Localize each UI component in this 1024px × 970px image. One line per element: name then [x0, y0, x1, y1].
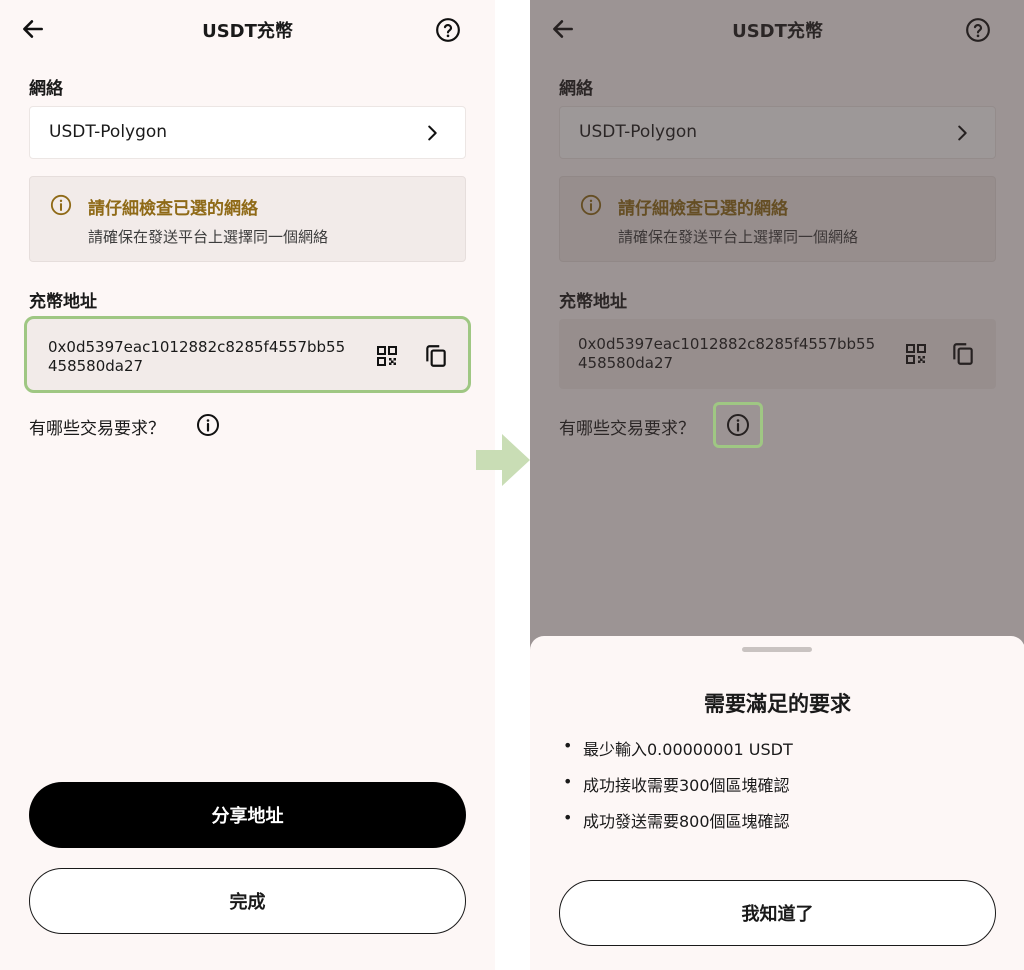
network-selector[interactable]: USDT-Polygon	[29, 106, 466, 159]
deposit-screen-with-sheet: USDT充幣 網絡 USDT-Polygon 請仔細檢查已選的網絡 請確保在發送…	[530, 0, 1024, 970]
address-label: 充幣地址	[29, 292, 97, 312]
list-item: 成功接收需要300個區塊確認	[563, 772, 793, 808]
deposit-address-box: 0x0d5397eac1012882c8285f4557bb55458580da…	[24, 316, 471, 393]
done-button[interactable]: 完成	[29, 868, 466, 934]
sheet-drag-handle[interactable]	[742, 647, 812, 652]
requirements-bottom-sheet: 需要滿足的要求 最少輸入0.00000001 USDT 成功接收需要300個區塊…	[530, 636, 1024, 970]
network-value: USDT-Polygon	[49, 122, 168, 142]
info-icon	[50, 194, 72, 216]
list-item: 成功發送需要800個區塊確認	[563, 808, 793, 844]
info-highlight-frame	[713, 402, 763, 448]
help-circle-icon	[436, 18, 460, 42]
network-warning: 請仔細檢查已選的網絡 請確保在發送平台上選擇同一個網絡	[29, 176, 466, 262]
copy-icon[interactable]	[423, 343, 449, 369]
help-button[interactable]	[434, 16, 462, 44]
list-item: 最少輸入0.00000001 USDT	[563, 736, 793, 772]
info-icon[interactable]	[196, 413, 220, 437]
arrow-right-icon	[476, 434, 530, 486]
deposit-address: 0x0d5397eac1012882c8285f4557bb55458580da…	[48, 338, 346, 375]
share-address-button[interactable]: 分享地址	[29, 782, 466, 848]
requirements-list: 最少輸入0.00000001 USDT 成功接收需要300個區塊確認 成功發送需…	[563, 736, 793, 844]
network-label: 網絡	[29, 79, 63, 99]
warning-title: 請仔細檢查已選的網絡	[88, 199, 258, 219]
top-bar: USDT充幣	[0, 0, 495, 60]
page-title: USDT充幣	[202, 21, 293, 42]
sheet-title: 需要滿足的要求	[704, 692, 851, 716]
got-it-button[interactable]: 我知道了	[559, 880, 996, 946]
qr-code-icon[interactable]	[375, 344, 399, 368]
deposit-screen: USDT充幣 網絡 USDT-Polygon 請仔細檢查已選的網絡 請確保在發送…	[0, 0, 495, 970]
chevron-right-icon	[428, 125, 437, 141]
requirements-question: 有哪些交易要求？	[29, 419, 165, 439]
warning-description: 請確保在發送平台上選擇同一個網絡	[88, 228, 329, 246]
